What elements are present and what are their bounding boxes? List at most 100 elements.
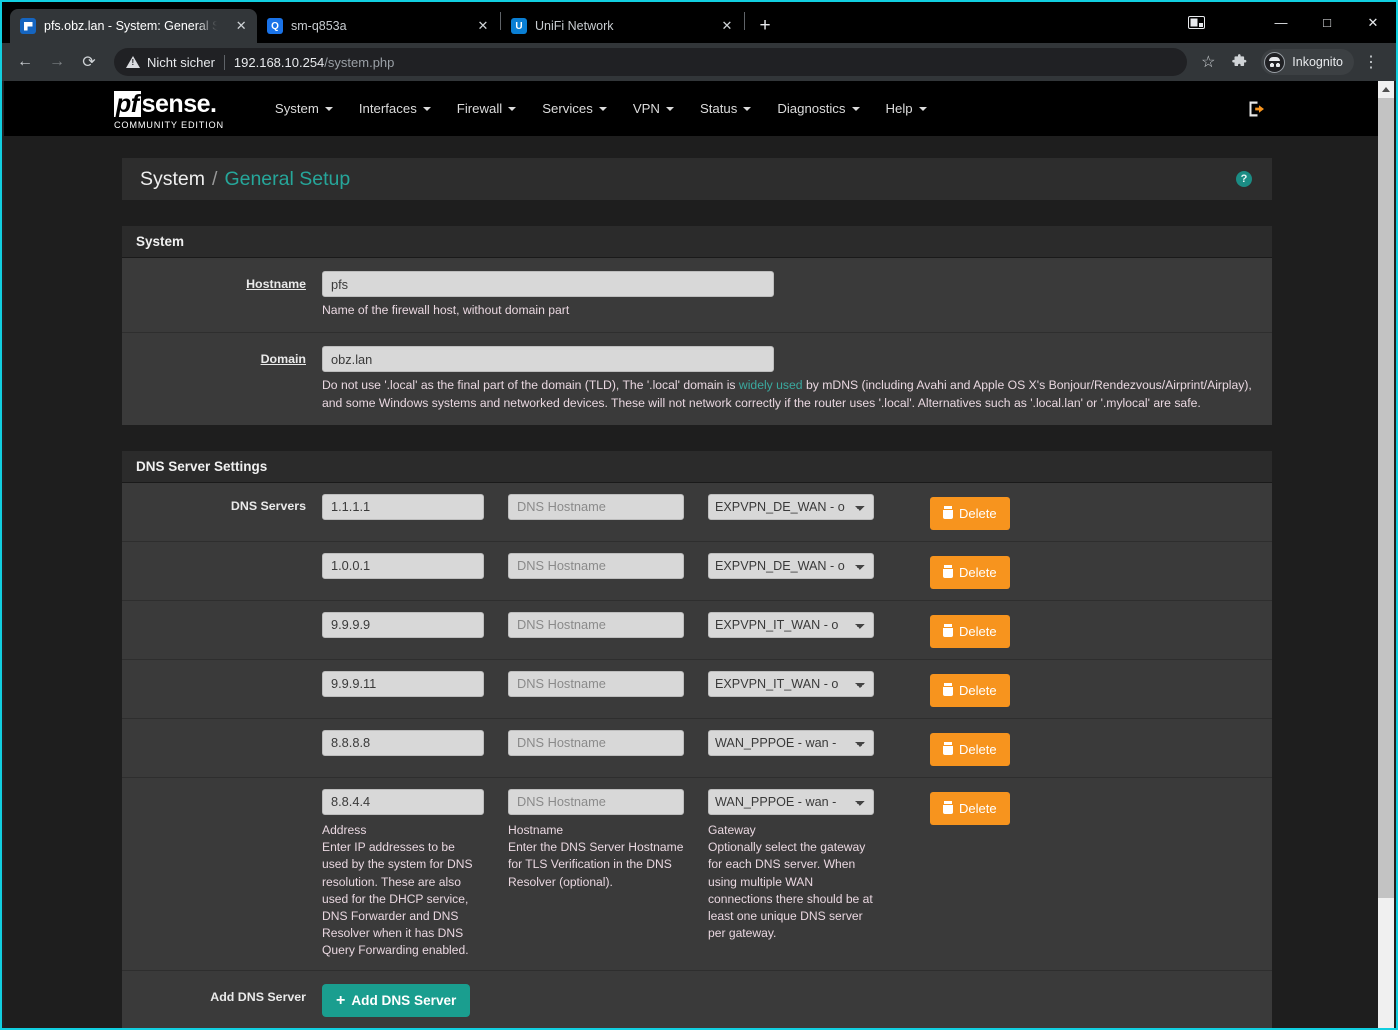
delete-dns-button[interactable]: Delete — [930, 496, 1010, 530]
gateway-help-title: Gateway — [708, 822, 756, 837]
nav-item-vpn[interactable]: VPN — [620, 81, 687, 136]
dns-address-input[interactable] — [322, 788, 484, 815]
dns-address-input[interactable] — [322, 493, 484, 520]
delete-dns-button[interactable]: Delete — [930, 614, 1010, 648]
window-close-button[interactable]: ✕ — [1350, 6, 1396, 40]
dns-address-input[interactable] — [322, 611, 484, 638]
page-scrollbar[interactable] — [1378, 81, 1394, 1028]
address-help-text: Enter IP addresses to be used by the sys… — [322, 840, 473, 958]
dns-panel-title: DNS Server Settings — [122, 450, 1272, 483]
brand-dot: . — [210, 90, 217, 118]
dns-hostname-input[interactable] — [508, 493, 684, 520]
logout-icon[interactable] — [1248, 100, 1266, 118]
hostname-row: Hostname Name of the firewall host, with… — [122, 258, 1272, 334]
hostname-label: Hostname — [246, 277, 306, 291]
hostname-help-text: Enter the DNS Server Hostname for TLS Ve… — [508, 840, 684, 889]
back-icon[interactable]: ← — [10, 47, 40, 77]
delete-dns-button[interactable]: Delete — [930, 791, 1010, 825]
widely-used-link[interactable]: widely used — [739, 378, 803, 392]
pfsense-logo[interactable]: pf sense. COMMUNITY EDITION — [114, 90, 224, 130]
nav-item-system[interactable]: System — [262, 81, 346, 136]
tab-strip: pfs.obz.lan - System: General Setu ✕ Q s… — [2, 2, 1396, 43]
delete-dns-button[interactable]: Delete — [930, 673, 1010, 707]
add-dns-server-row: Add DNS Server + Add DNS Server — [122, 971, 1272, 1028]
tab-sm-q853a[interactable]: Q sm-q853a ✕ — [257, 9, 500, 43]
nav-item-services[interactable]: Services — [529, 81, 620, 136]
tab-unifi-network[interactable]: U UniFi Network ✕ — [501, 9, 744, 43]
incognito-icon — [1264, 51, 1286, 73]
reload-icon[interactable]: ⟳ — [74, 47, 104, 77]
pfsense-page: pf sense. COMMUNITY EDITION System Interf… — [4, 81, 1382, 1028]
dns-gateway-select[interactable]: WAN_PPPOE - wan - — [708, 729, 874, 756]
breadcrumb-root[interactable]: System — [140, 168, 205, 191]
browser-menu-icon[interactable]: ⋮ — [1356, 47, 1386, 77]
window-controls: — □ ✕ — [1176, 2, 1396, 43]
incognito-profile-chip[interactable]: Inkognito — [1261, 49, 1354, 75]
chevron-down-icon — [851, 106, 860, 111]
dns-hostname-input[interactable] — [508, 611, 684, 638]
chevron-up-icon — [1382, 87, 1390, 92]
scrollbar-up-button[interactable] — [1378, 81, 1394, 98]
nav-item-status[interactable]: Status — [687, 81, 764, 136]
dns-hostname-input[interactable] — [508, 552, 684, 579]
nav-item-firewall[interactable]: Firewall — [444, 81, 529, 136]
dns-row-spacer — [122, 553, 322, 559]
forward-icon[interactable]: → — [42, 47, 72, 77]
dns-server-row: EXPVPN_IT_WAN - o Delete — [122, 601, 1272, 660]
tab-close-icon[interactable]: ✕ — [231, 15, 251, 37]
dns-hostname-input[interactable] — [508, 729, 684, 756]
dns-gateway-select[interactable]: EXPVPN_IT_WAN - o — [708, 611, 874, 638]
new-tab-button[interactable]: + — [751, 12, 779, 40]
url-host: 192.168.10.254 — [233, 54, 325, 70]
help-icon[interactable]: ? — [1236, 171, 1252, 187]
nav-item-interfaces[interactable]: Interfaces — [346, 81, 444, 136]
dns-hostname-input[interactable] — [508, 788, 684, 815]
tab-pfsense[interactable]: pfs.obz.lan - System: General Setu ✕ — [10, 9, 257, 43]
hostname-input[interactable] — [322, 271, 774, 297]
dns-server-row: EXPVPN_DE_WAN - o Delete — [122, 542, 1272, 601]
page-title: General Setup — [224, 167, 351, 190]
dns-address-input[interactable] — [322, 552, 484, 579]
cast-icon[interactable] — [1176, 6, 1216, 40]
tab-close-icon[interactable]: ✕ — [716, 15, 738, 37]
unifi-icon: U — [511, 18, 527, 34]
breadcrumb: System / General Setup ? — [122, 158, 1272, 200]
delete-label: Delete — [959, 800, 997, 816]
dns-gateway-select[interactable]: WAN_PPPOE - wan - — [708, 788, 874, 815]
dns-gateway-select[interactable]: EXPVPN_DE_WAN - o — [708, 552, 874, 579]
delete-dns-button[interactable]: Delete — [930, 732, 1010, 766]
scrollbar-thumb[interactable] — [1378, 98, 1394, 898]
tab-title: UniFi Network — [535, 19, 614, 33]
delete-dns-button[interactable]: Delete — [930, 555, 1010, 589]
nav-label: Interfaces — [358, 101, 417, 116]
pfsense-navbar: pf sense. COMMUNITY EDITION System Interf… — [4, 81, 1382, 136]
toolbar-actions: ☆ Inkognito ⋮ — [1193, 47, 1388, 77]
window-maximize-button[interactable]: □ — [1304, 6, 1350, 40]
extensions-icon[interactable] — [1225, 47, 1255, 77]
window-minimize-button[interactable]: — — [1258, 6, 1304, 40]
add-dns-server-button[interactable]: + Add DNS Server — [322, 984, 471, 1018]
dns-address-input[interactable] — [322, 670, 484, 697]
nav-item-help[interactable]: Help — [873, 81, 940, 136]
tab-close-icon[interactable]: ✕ — [472, 15, 494, 37]
security-status-text: Nicht sicher — [147, 54, 215, 70]
incognito-label: Inkognito — [1292, 55, 1343, 69]
domain-help-a: Do not use '.local' as the final part of… — [322, 378, 739, 393]
domain-input[interactable] — [322, 346, 774, 373]
dns-hostname-input[interactable] — [508, 670, 684, 697]
dns-gateway-select[interactable]: EXPVPN_IT_WAN - o — [708, 670, 874, 697]
dns-gateway-select[interactable]: EXPVPN_DE_WAN - o — [708, 493, 874, 520]
dns-server-settings-panel: DNS Server Settings DNS Servers EXPVPN_D… — [122, 450, 1272, 1028]
dns-server-row-last: Address Enter IP addresses to be used by … — [122, 778, 1272, 972]
dns-address-input[interactable] — [322, 729, 484, 756]
add-dns-server-button-label: Add DNS Server — [351, 993, 457, 1009]
pfsense-icon — [20, 18, 36, 34]
tab-title: sm-q853a — [291, 19, 347, 33]
chevron-down-icon — [324, 106, 333, 111]
address-bar[interactable]: Nicht sicher 192.168.10.254/system.php — [114, 48, 1188, 76]
chevron-down-icon — [422, 106, 431, 111]
nav-item-diagnostics[interactable]: Diagnostics — [764, 81, 872, 136]
dns-server-row: WAN_PPPOE - wan - Delete — [122, 719, 1272, 778]
trash-icon — [943, 743, 953, 756]
bookmark-star-icon[interactable]: ☆ — [1193, 47, 1223, 77]
